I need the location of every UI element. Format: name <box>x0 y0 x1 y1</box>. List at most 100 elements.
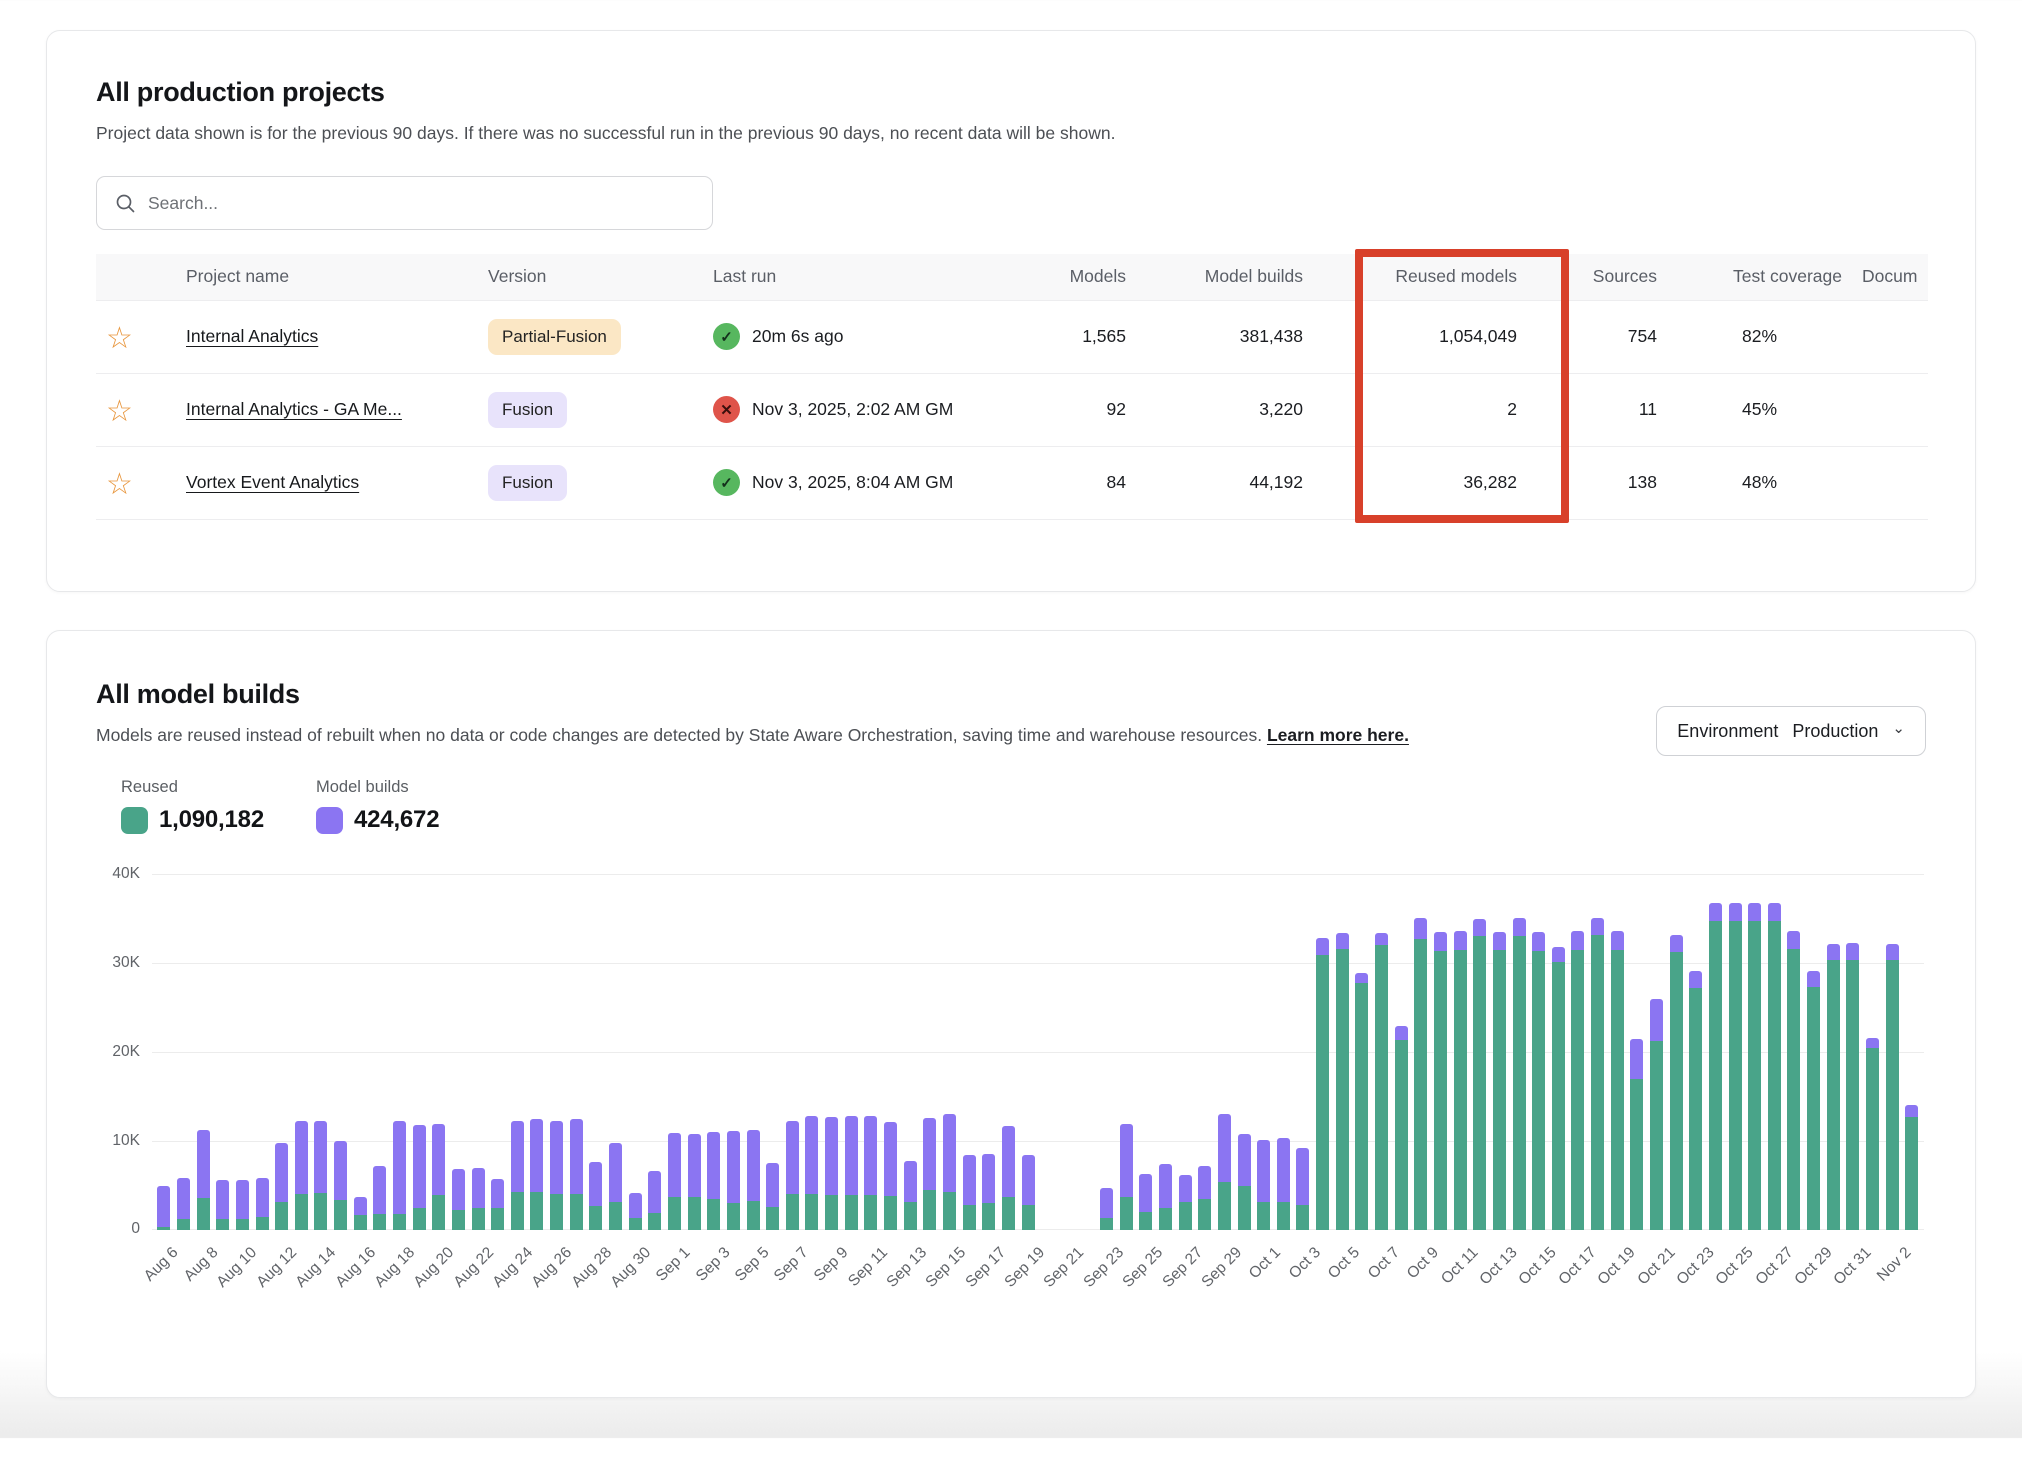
bar-column[interactable] <box>1509 874 1529 1230</box>
bar-column[interactable] <box>841 874 861 1230</box>
bar-column[interactable] <box>1332 874 1352 1230</box>
bar-column[interactable] <box>1136 874 1156 1230</box>
bar-column[interactable] <box>1215 874 1235 1230</box>
bar-column[interactable] <box>763 874 783 1230</box>
bar-column[interactable] <box>1431 874 1451 1230</box>
bar-column[interactable] <box>1450 874 1470 1230</box>
bar-column[interactable] <box>586 874 606 1230</box>
bar-column[interactable] <box>1548 874 1568 1230</box>
bar-column[interactable] <box>1254 874 1274 1230</box>
bar-column[interactable] <box>1607 874 1627 1230</box>
bar-column[interactable] <box>822 874 842 1230</box>
table-row[interactable]: ☆ Internal Analytics Partial-Fusion ✓20m… <box>96 300 1928 373</box>
bar-column[interactable] <box>291 874 311 1230</box>
bar-column[interactable] <box>606 874 626 1230</box>
bar-column[interactable] <box>724 874 744 1230</box>
project-name-link[interactable]: Internal Analytics <box>186 326 318 346</box>
bar-column[interactable] <box>370 874 390 1230</box>
bar-column[interactable] <box>861 874 881 1230</box>
bar-column[interactable] <box>1568 874 1588 1230</box>
bar-column[interactable] <box>1195 874 1215 1230</box>
bar-column[interactable] <box>1097 874 1117 1230</box>
learn-more-link[interactable]: Learn more here. <box>1267 725 1409 745</box>
bar-column[interactable] <box>920 874 940 1230</box>
bar-column[interactable] <box>1038 874 1058 1230</box>
bar-column[interactable] <box>1588 874 1608 1230</box>
bar-column[interactable] <box>1274 874 1294 1230</box>
bar-column[interactable] <box>488 874 508 1230</box>
bar-column[interactable] <box>1077 874 1097 1230</box>
bar-column[interactable] <box>1529 874 1549 1230</box>
bar-column[interactable] <box>409 874 429 1230</box>
bar-column[interactable] <box>331 874 351 1230</box>
bar-column[interactable] <box>1372 874 1392 1230</box>
table-row[interactable]: ☆ Internal Analytics - GA Me... Fusion ✕… <box>96 373 1928 446</box>
bar-column[interactable] <box>684 874 704 1230</box>
bar-column[interactable] <box>1804 874 1824 1230</box>
bar-column[interactable] <box>1666 874 1686 1230</box>
bar-column[interactable] <box>665 874 685 1230</box>
bar-column[interactable] <box>783 874 803 1230</box>
bar-column[interactable] <box>1725 874 1745 1230</box>
bar-column[interactable] <box>174 874 194 1230</box>
bar-column[interactable] <box>252 874 272 1230</box>
bar-column[interactable] <box>1116 874 1136 1230</box>
bar-column[interactable] <box>1745 874 1765 1230</box>
bar-column[interactable] <box>979 874 999 1230</box>
bar-column[interactable] <box>193 874 213 1230</box>
project-name-link[interactable]: Vortex Event Analytics <box>186 472 359 492</box>
project-search-box[interactable] <box>96 176 713 230</box>
bar-column[interactable] <box>508 874 528 1230</box>
bar-column[interactable] <box>1490 874 1510 1230</box>
bar-column[interactable] <box>704 874 724 1230</box>
favorite-star-icon[interactable]: ☆ <box>106 470 133 500</box>
bar-column[interactable] <box>1765 874 1785 1230</box>
bar-column[interactable] <box>272 874 292 1230</box>
bar-column[interactable] <box>999 874 1019 1230</box>
bar-column[interactable] <box>1902 874 1922 1230</box>
bar-column[interactable] <box>1647 874 1667 1230</box>
bar-column[interactable] <box>1411 874 1431 1230</box>
bar-column[interactable] <box>311 874 331 1230</box>
bar-column[interactable] <box>154 874 174 1230</box>
favorite-star-icon[interactable]: ☆ <box>106 324 133 354</box>
bar-column[interactable] <box>940 874 960 1230</box>
favorite-star-icon[interactable]: ☆ <box>106 397 133 427</box>
bar-column[interactable] <box>1293 874 1313 1230</box>
bar-column[interactable] <box>468 874 488 1230</box>
table-row[interactable]: ☆ Vortex Event Analytics Fusion ✓Nov 3, … <box>96 446 1928 519</box>
bar-column[interactable] <box>1156 874 1176 1230</box>
bar-column[interactable] <box>900 874 920 1230</box>
bar-column[interactable] <box>390 874 410 1230</box>
environment-select[interactable]: Environment Production ⌄ <box>1656 706 1926 756</box>
bar-column[interactable] <box>1175 874 1195 1230</box>
bar-column[interactable] <box>881 874 901 1230</box>
bar-column[interactable] <box>743 874 763 1230</box>
bar-column[interactable] <box>1018 874 1038 1230</box>
bar-column[interactable] <box>802 874 822 1230</box>
bar-column[interactable] <box>1234 874 1254 1230</box>
bar-column[interactable] <box>1882 874 1902 1230</box>
bar-column[interactable] <box>547 874 567 1230</box>
bar-column[interactable] <box>527 874 547 1230</box>
search-input[interactable] <box>148 193 694 214</box>
bar-column[interactable] <box>1627 874 1647 1230</box>
bar-column[interactable] <box>449 874 469 1230</box>
bar-column[interactable] <box>1352 874 1372 1230</box>
bar-column[interactable] <box>566 874 586 1230</box>
bar-column[interactable] <box>1784 874 1804 1230</box>
bar-column[interactable] <box>959 874 979 1230</box>
bar-column[interactable] <box>1706 874 1726 1230</box>
bar-column[interactable] <box>625 874 645 1230</box>
bar-column[interactable] <box>1823 874 1843 1230</box>
bar-column[interactable] <box>1470 874 1490 1230</box>
bar-column[interactable] <box>213 874 233 1230</box>
bar-column[interactable] <box>1863 874 1883 1230</box>
bar-column[interactable] <box>1391 874 1411 1230</box>
bar-column[interactable] <box>350 874 370 1230</box>
bar-column[interactable] <box>1843 874 1863 1230</box>
bar-column[interactable] <box>429 874 449 1230</box>
bar-column[interactable] <box>1057 874 1077 1230</box>
bar-column[interactable] <box>645 874 665 1230</box>
project-name-link[interactable]: Internal Analytics - GA Me... <box>186 399 402 419</box>
